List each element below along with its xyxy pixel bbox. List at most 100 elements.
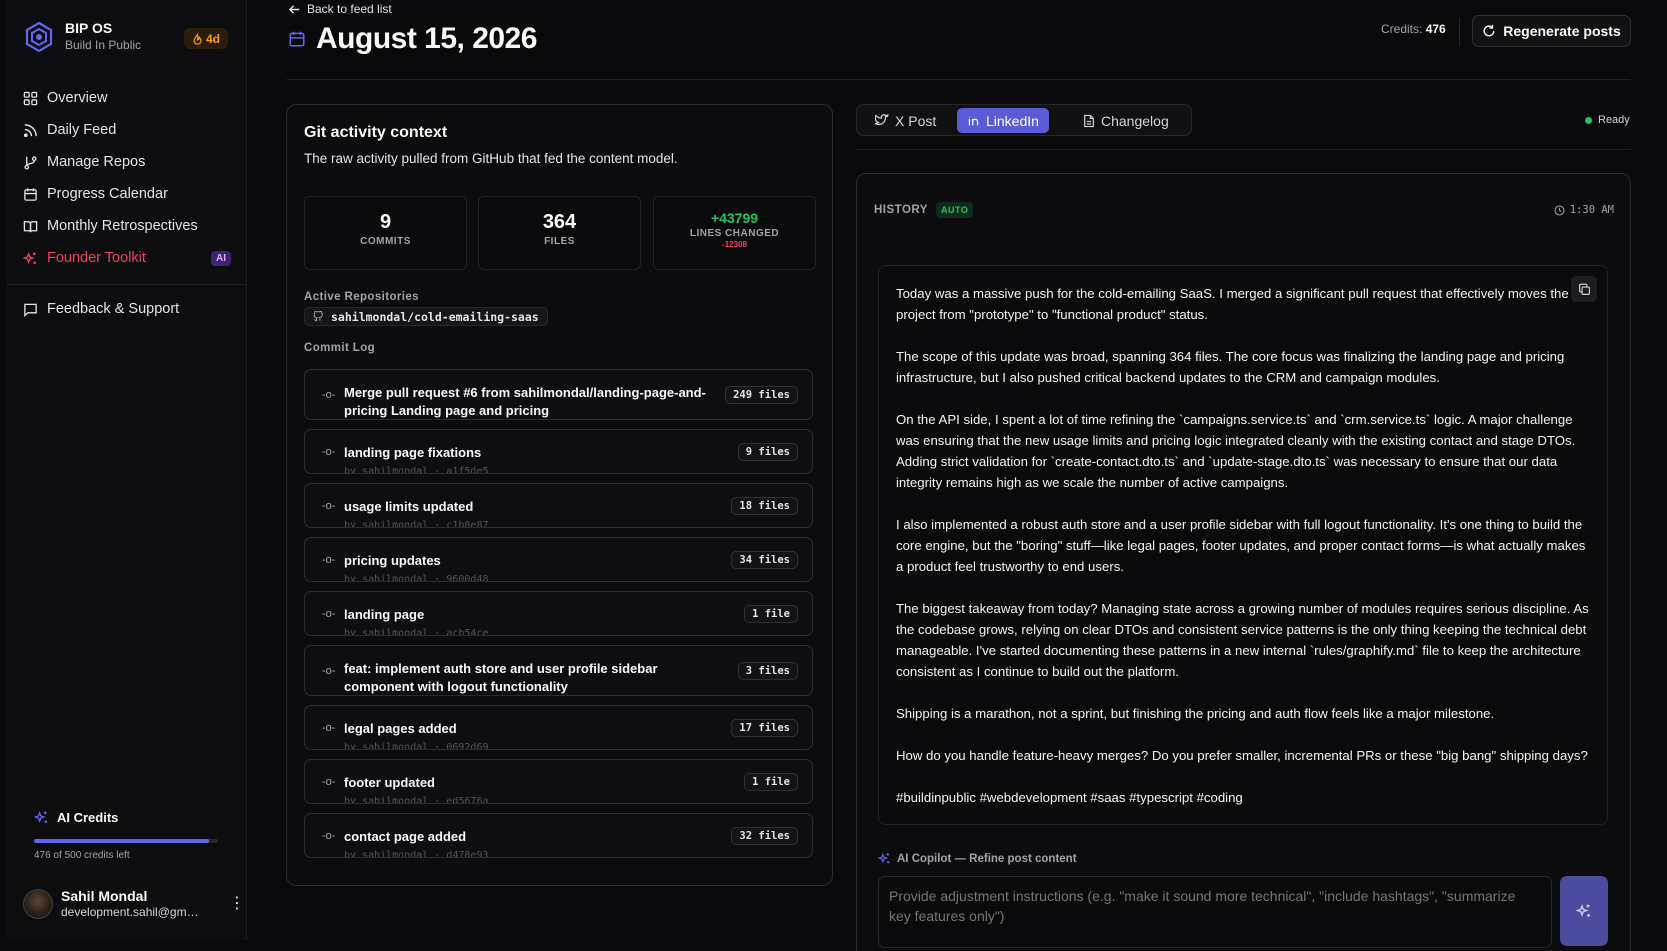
commit-message: pricing updates [344,553,441,568]
git-commit-icon: -o- [322,829,336,842]
commit-files-badge: 32 files [731,826,798,845]
x-bird-icon [875,114,889,126]
post-paragraph: I also implemented a robust auth store a… [896,517,1586,574]
commit-meta: by sahilmondal · 0692d69 [344,742,489,750]
sidebar-item-progress-calendar[interactable]: Progress Calendar [15,178,239,210]
commit-row[interactable]: -o- landing page 1 file by sahilmondal ·… [304,591,813,636]
github-icon [313,311,323,322]
stat-lines-changed: +43799 LINES CHANGED -12308 [653,196,816,270]
refine-send-button[interactable] [1560,876,1608,946]
commit-row[interactable]: -o- pricing updates 34 files by sahilmon… [304,537,813,582]
status-dot-icon [1585,116,1592,124]
tab-changelog[interactable]: Changelog [1073,108,1179,133]
commit-meta: by sahilmondal · a1f5de5 [344,466,489,474]
header-divider [1459,18,1460,46]
commit-row[interactable]: -o- usage limits updated 18 files by sah… [304,483,813,528]
git-commit-icon: -o- [322,664,336,677]
sidebar-item-daily-feed[interactable]: Daily Feed [15,114,239,146]
tab-label: Changelog [1101,112,1169,129]
git-commit-icon: -o- [322,775,336,788]
sidebar-item-label: Progress Calendar [47,186,168,202]
sidebar-item-founder-toolkit[interactable]: Founder Toolkit AI [15,242,239,274]
repo-chip[interactable]: sahilmondal/cold-emailing-saas [304,307,548,326]
brand-title: BIP OS [65,20,113,36]
history-header: HISTORY AUTO [874,202,974,218]
post-history-panel: HISTORY AUTO 1:30 AM Today was a massive… [856,173,1631,951]
copilot-label: AI Copilot — Refine post content [878,852,1077,865]
commit-files-badge: 3 files [737,661,798,680]
flame-icon [193,33,202,45]
credits-counter-value: 476 [1425,22,1446,36]
tab-x-post[interactable]: X Post [865,108,946,133]
stat-lines-label: LINES CHANGED [689,228,780,239]
post-type-tabs: X Post LinkedIn Changelog [856,104,1192,136]
sidebar-item-monthly-retrospectives[interactable]: Monthly Retrospectives [15,210,239,242]
commit-row[interactable]: -o- footer updated 1 file by sahilmondal… [304,759,813,804]
back-to-feed-link[interactable]: Back to feed list [288,2,392,16]
commit-row[interactable]: -o- Merge pull request #6 from sahilmond… [304,369,813,420]
app-root: BIP OS Build In Public 4d Overview Daily… [0,0,1667,951]
commit-message: Merge pull request #6 from sahilmondal/l… [344,385,706,418]
git-commit-icon: -o- [322,553,336,566]
commit-message: landing page [344,607,425,622]
sidebar-item-overview[interactable]: Overview [15,82,239,114]
history-label: HISTORY [874,204,928,216]
stat-lines-added: +43799 [710,210,759,226]
stat-lines-removed: -12308 [722,240,747,249]
sidebar-item-label: Daily Feed [47,122,117,138]
commit-message: contact page added [344,829,467,844]
copy-button[interactable] [1571,276,1597,302]
generated-post[interactable]: Today was a massive push for the cold-em… [878,265,1608,825]
commit-files-badge: 1 file [744,772,798,791]
commit-message: legal pages added [344,721,457,736]
commit-meta: by sahilmondal · 9600d48 [344,574,489,582]
more-vertical-icon[interactable]: ⋮ [229,896,245,912]
commit-row[interactable]: -o- contact page added 32 files by sahil… [304,813,813,858]
book-icon [23,220,38,232]
commit-row[interactable]: -o- legal pages added 17 files by sahilm… [304,705,813,750]
sidebar-item-label: Overview [47,90,108,106]
git-commit-icon: -o- [322,388,336,401]
date-heading: August 15, 2026 [316,22,537,55]
commit-message: usage limits updated [344,499,474,514]
sidebar-item-feedback[interactable]: Feedback & Support [15,293,239,325]
git-branch-icon [24,155,37,170]
git-commit-icon: -o- [322,499,336,512]
commit-row[interactable]: -o- landing page fixations 9 files by sa… [304,429,813,474]
post-hashtags: #buildinpublic #webdevelopment #saas #ty… [896,790,1243,805]
tab-label: LinkedIn [986,112,1039,129]
calendar-icon [24,187,37,201]
credits-counter: Credits: 476 [1381,22,1446,36]
repo-name: sahilmondal/cold-emailing-saas [331,309,539,324]
stat-files-label: FILES [544,236,575,247]
sidebar-item-label: Monthly Retrospectives [47,218,198,234]
rss-icon [23,123,37,137]
tab-linkedin[interactable]: LinkedIn [957,108,1049,133]
commit-files-badge: 1 file [744,604,798,623]
commit-row[interactable]: -o- feat: implement auth store and user … [304,645,813,696]
sidebar-nav: Overview Daily Feed Manage Repos Progres… [7,82,247,325]
brand[interactable]: BIP OS Build In Public [23,20,141,53]
linkedin-icon [968,116,979,126]
regenerate-posts-button[interactable]: Regenerate posts [1472,15,1631,47]
commit-meta: by sahilmondal · c1b8e87 [344,520,489,528]
post-paragraph: The scope of this update was broad, span… [896,349,1565,385]
commit-files-badge: 18 files [731,496,798,515]
commit-message: footer updated [344,775,435,790]
copilot-instructions-input[interactable] [878,876,1552,948]
history-time: 1:30 AM [1554,204,1614,216]
git-panel-title: Git activity context [304,124,448,141]
sparkles-icon [34,810,48,824]
git-commit-icon: -o- [322,445,336,458]
tabs-divider [856,149,1631,150]
commit-log: -o- Merge pull request #6 from sahilmond… [304,369,813,867]
auto-badge: AUTO [935,202,974,218]
sidebar-item-manage-repos[interactable]: Manage Repos [15,146,239,178]
git-activity-panel: Git activity context The raw activity pu… [286,104,833,886]
sidebar-item-label: Manage Repos [47,154,146,170]
user-profile[interactable]: Sahil Mondal development.sahil@gmail.com… [23,888,245,920]
hexagon-logo-icon [25,21,53,52]
credits-title: AI Credits [57,810,119,825]
stat-commits-label: COMMITS [360,236,411,247]
credits-note: 476 of 500 credits left [34,850,130,861]
